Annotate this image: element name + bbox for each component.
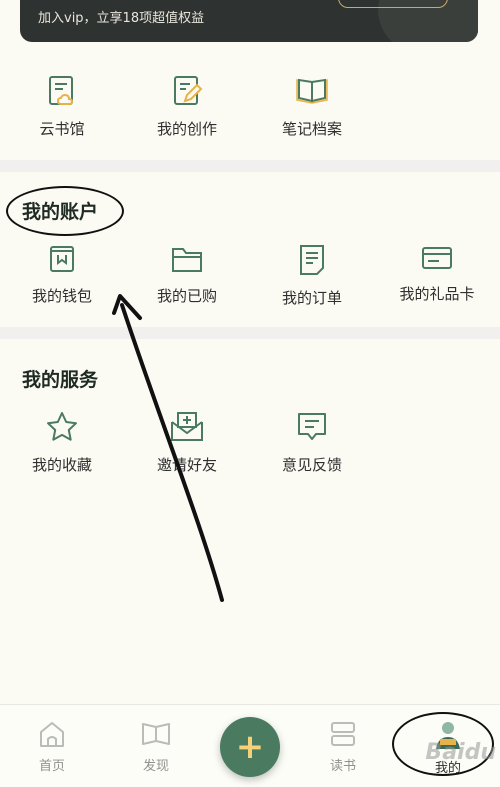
- account-item-purchased[interactable]: 我的已购: [137, 243, 237, 306]
- folder-icon: [172, 248, 202, 272]
- home-icon: [40, 722, 64, 747]
- discover-book-icon: [142, 723, 170, 745]
- vip-banner-text: 加入vip，立享18项超值权益: [38, 11, 205, 26]
- shortcut-label: 笔记档案: [281, 120, 342, 138]
- star-icon: [47, 412, 77, 441]
- tab-label: 读书: [329, 759, 356, 774]
- service-item-label: 邀请好友: [156, 456, 217, 474]
- service-item-label: 我的收藏: [31, 456, 92, 474]
- feedback-icon: [298, 413, 326, 440]
- account-item-label: 我的订单: [281, 289, 342, 307]
- shortcut-label: 云书馆: [39, 120, 85, 138]
- account-item-label: 我的已购: [156, 287, 217, 305]
- tab-label: 发现: [142, 759, 169, 774]
- account-item-label: 我的钱包: [31, 287, 92, 305]
- tab-reading[interactable]: 读书: [313, 719, 373, 774]
- service-item-invite[interactable]: 邀请好友: [137, 410, 237, 475]
- cloud-book-icon: [49, 76, 74, 105]
- bookshelf-icon: [331, 722, 355, 746]
- annotation-circle-account: [6, 186, 124, 236]
- section-divider: [0, 160, 500, 172]
- vip-banner[interactable]: 加入vip，立享18项超值权益: [20, 0, 478, 42]
- account-item-label: 我的礼品卡: [399, 285, 475, 303]
- account-item-wallet[interactable]: 我的钱包: [12, 243, 112, 306]
- gift-card-icon: [422, 247, 452, 269]
- service-section-title: 我的服务: [22, 369, 99, 391]
- open-book-icon: [296, 78, 328, 104]
- tab-label: 首页: [38, 759, 65, 774]
- edit-note-icon: [174, 76, 203, 105]
- tab-discover[interactable]: 发现: [126, 719, 186, 774]
- add-button[interactable]: +: [220, 717, 280, 777]
- shortcut-my-creation[interactable]: 我的创作: [137, 74, 237, 139]
- service-item-feedback[interactable]: 意见反馈: [262, 410, 362, 475]
- account-item-gift-card[interactable]: 我的礼品卡: [387, 243, 487, 304]
- tab-home[interactable]: 首页: [22, 719, 82, 774]
- shortcut-label: 我的创作: [156, 120, 217, 138]
- invite-mail-icon: [171, 412, 203, 441]
- section-divider: [0, 327, 500, 339]
- account-item-orders[interactable]: 我的订单: [262, 243, 362, 308]
- vip-button[interactable]: [338, 0, 448, 8]
- wallet-icon: [50, 246, 74, 272]
- order-icon: [300, 245, 324, 275]
- service-item-label: 意见反馈: [281, 456, 342, 474]
- plus-icon: +: [235, 727, 265, 767]
- shortcut-note-archive[interactable]: 笔记档案: [262, 74, 362, 139]
- watermark: Baidu: [425, 740, 496, 765]
- shortcut-cloud-library[interactable]: 云书馆: [12, 74, 112, 139]
- service-item-favorites[interactable]: 我的收藏: [12, 410, 112, 475]
